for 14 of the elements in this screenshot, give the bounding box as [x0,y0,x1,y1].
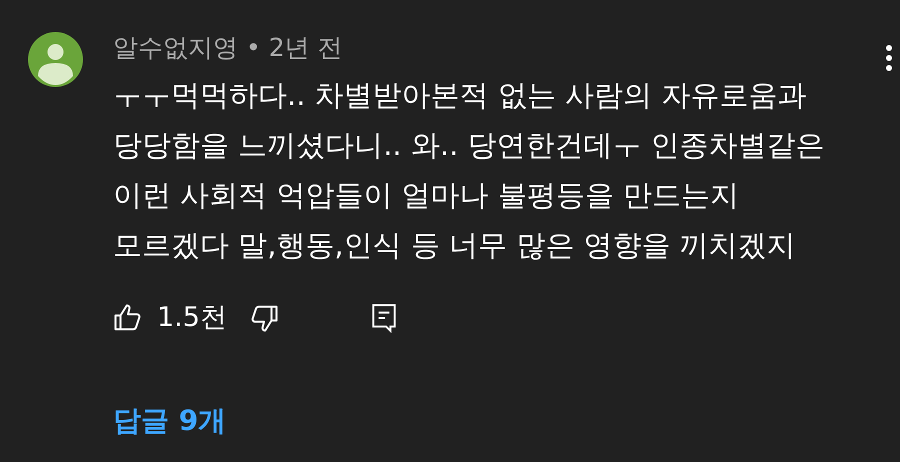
comment-text-line: ㅜㅜ먹먹하다.. 차별받아본적 없는 사람의 자유로움과 [113,77,808,114]
comment-time: 2년 전 [268,32,343,64]
separator-dot: • [246,32,261,64]
thumbs-up-icon[interactable] [113,303,143,333]
comment-text-line: 이런 사회적 억압들이 얼마나 불평등을 만드는지 [113,177,740,214]
avatar-icon[interactable] [28,32,83,87]
comment-text-line: 모르겠다 말,행동,인식 등 너무 많은 영향을 끼치겠지 [113,227,797,264]
like-count: 1.5천 [157,300,227,335]
replies-link[interactable]: 답글 9개 [113,400,825,442]
author-name[interactable]: 알수없지영 [113,30,238,66]
more-options-icon[interactable] [885,44,893,72]
comment-text-line: 당당함을 느끼셨다니.. 와.. 당연한건데ㅜ 인종차별같은 [113,127,825,164]
thumbs-down-icon[interactable] [248,303,279,333]
reply-icon[interactable] [370,303,397,333]
